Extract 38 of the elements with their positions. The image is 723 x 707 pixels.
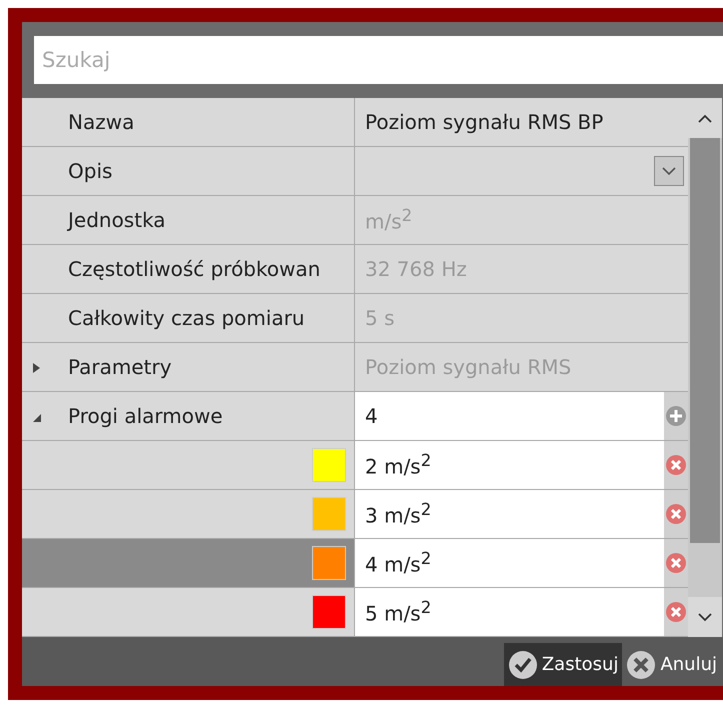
chevron-down-icon — [662, 166, 676, 176]
dropdown-button[interactable] — [654, 156, 684, 186]
remove-icon[interactable] — [665, 552, 687, 574]
property-name: Parametry — [68, 355, 172, 379]
threshold-row[interactable]: 3 m/s$^{2}$ — [22, 490, 688, 539]
color-swatch[interactable] — [312, 595, 346, 629]
threshold-row[interactable]: 4 m/s$^{2}$ — [22, 539, 688, 588]
property-value: 32 768 Hz — [365, 257, 467, 281]
add-icon[interactable] — [665, 405, 687, 427]
remove-icon[interactable] — [665, 601, 687, 623]
scroll-thumb[interactable] — [690, 138, 720, 543]
scroll-down-button[interactable] — [688, 597, 722, 637]
color-swatch[interactable] — [312, 497, 346, 531]
color-swatch[interactable] — [312, 546, 346, 580]
property-name: Częstotliwość próbkowan — [68, 257, 320, 281]
property-value: m/s$^{2}$ — [365, 206, 412, 234]
close-icon — [626, 650, 656, 680]
property-name: Jednostka — [68, 208, 166, 232]
property-name: Całkowity czas pomiaru — [68, 306, 305, 330]
property-name: Progi alarmowe — [68, 404, 223, 428]
check-icon — [508, 650, 538, 680]
property-name: Opis — [68, 159, 112, 183]
chevron-down-icon — [698, 612, 712, 622]
remove-icon[interactable] — [665, 454, 687, 476]
color-swatch[interactable] — [312, 448, 346, 482]
search-field[interactable]: Szukaj — [34, 36, 723, 84]
expand-arrow-icon[interactable] — [32, 362, 41, 374]
threshold-row[interactable]: 2 m/s$^{2}$ — [22, 441, 688, 490]
property-name: Nazwa — [68, 110, 134, 134]
cancel-button[interactable]: Anuluj — [622, 643, 721, 686]
remove-icon[interactable] — [665, 503, 687, 525]
apply-button[interactable]: Zastosuj — [504, 643, 622, 686]
collapse-arrow-icon[interactable] — [32, 413, 42, 423]
threshold-row[interactable]: 5 m/s$^{2}$ — [22, 588, 688, 637]
scroll-up-button[interactable] — [688, 98, 722, 138]
property-value: Poziom sygnału RMS — [365, 355, 572, 379]
chevron-up-icon — [698, 114, 712, 122]
property-value: 5 s — [365, 306, 395, 330]
